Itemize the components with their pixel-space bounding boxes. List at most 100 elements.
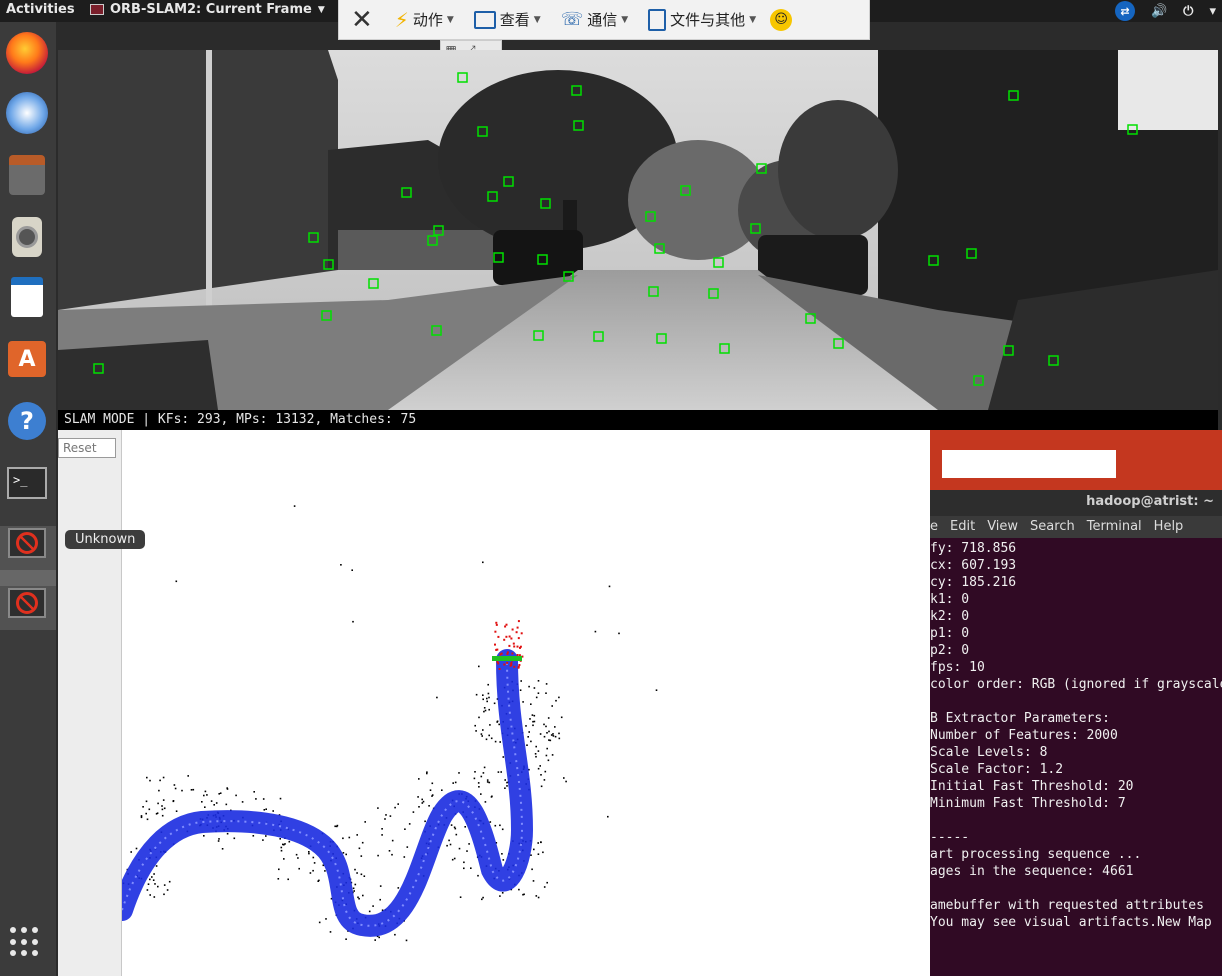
menu-search[interactable]: Search [1030, 519, 1075, 538]
map-point [252, 835, 255, 837]
teamviewer-icon[interactable]: ⇄ [1114, 1, 1135, 21]
menu-file[interactable]: e [930, 519, 938, 538]
power-icon[interactable]: ⏻ [1183, 4, 1193, 19]
map-point [528, 685, 530, 688]
menu-view[interactable]: View [987, 519, 1018, 538]
actions-menu[interactable]: ⚡ 动作 ▼ [385, 0, 464, 39]
menu-edit[interactable]: Edit [950, 519, 975, 538]
unknown-app-launcher[interactable] [4, 580, 50, 626]
local-map-point [505, 623, 508, 626]
smile-icon[interactable]: ☺ [770, 8, 793, 31]
map-point [436, 696, 438, 699]
map-point [418, 778, 420, 780]
map-point [389, 815, 392, 817]
terminal-line: Scale Levels: 8 [930, 745, 1048, 760]
software-launcher[interactable]: A [4, 336, 50, 382]
map-point [494, 824, 497, 827]
files-launcher[interactable] [4, 152, 50, 198]
map-point [531, 868, 533, 871]
map-point [356, 834, 358, 836]
trajectory-map [122, 505, 658, 942]
local-map-point [508, 644, 511, 647]
camera-image [58, 50, 1218, 410]
map-point [501, 828, 504, 831]
map-point [155, 813, 158, 815]
map-point [525, 725, 527, 727]
map-point [463, 867, 465, 870]
map-point [459, 896, 462, 898]
activities-button[interactable]: Activities [6, 2, 75, 17]
map-point [481, 735, 483, 737]
map-point [140, 815, 143, 817]
map-point [474, 771, 476, 773]
menu-terminal[interactable]: Terminal [1087, 519, 1142, 538]
menu-help[interactable]: Help [1154, 519, 1184, 538]
map-point [308, 851, 310, 853]
map-point [348, 836, 351, 839]
close-icon[interactable]: ✕ [339, 5, 385, 35]
chevron-down-icon: ▼ [533, 14, 541, 25]
map-point [540, 774, 542, 776]
volume-icon[interactable]: 🔊 [1151, 4, 1167, 19]
rhythmbox-icon [12, 217, 42, 257]
local-map-point [517, 620, 520, 623]
files-extras-menu[interactable]: 文件与其他 ▼ [638, 0, 766, 39]
map-point [336, 825, 338, 828]
unknown-app-launcher[interactable] [4, 520, 50, 566]
map-point [206, 794, 208, 796]
terminal-line: You may see visual artifacts.New Map [930, 915, 1212, 930]
map-point [558, 696, 560, 699]
map-point [397, 887, 400, 889]
map-point [528, 731, 530, 733]
map-point [152, 879, 155, 881]
map-point [501, 853, 503, 855]
terminal-line: art processing sequence ... [930, 847, 1142, 862]
map-point [241, 801, 244, 803]
map-point [381, 834, 383, 836]
map-point [522, 701, 524, 703]
chevron-down-icon[interactable]: ▾ [1209, 4, 1216, 19]
map-point [421, 802, 424, 804]
app-menu[interactable]: ORB-SLAM2: Current Frame ▼ [90, 2, 325, 17]
map-point [520, 680, 522, 682]
map-point [607, 815, 609, 818]
terminal-window[interactable]: hadoop@atrist: ~ e Edit View Search Term… [930, 490, 1222, 976]
terminal-line: cy: 185.216 [930, 575, 1017, 590]
background-input [942, 450, 1116, 478]
help-launcher[interactable]: ? [4, 398, 50, 444]
map-point [486, 779, 489, 781]
thunderbird-launcher[interactable] [4, 90, 50, 136]
system-tray[interactable]: ⇄ 🔊 ⏻ ▾ [1114, 1, 1216, 21]
local-map-point [500, 652, 503, 655]
map-point [145, 800, 148, 803]
map-viewer-canvas[interactable] [122, 430, 930, 976]
firefox-launcher[interactable] [4, 30, 50, 76]
map-point [486, 781, 489, 783]
map-point [466, 850, 468, 852]
terminal-output: fy: 718.856 cx: 607.193 cy: 185.216 k1: 0 k2… [930, 538, 1222, 976]
map-point [352, 887, 355, 890]
map-point [526, 744, 528, 746]
map-point [487, 692, 490, 695]
chevron-down-icon: ▼ [749, 14, 757, 25]
map-point [504, 779, 506, 781]
show-applications-icon[interactable] [10, 927, 40, 957]
reset-button[interactable]: Reset [58, 438, 116, 458]
communicate-menu[interactable]: ☏ 通信 ▼ [551, 0, 638, 39]
map-point [233, 837, 236, 840]
frame-status-bar: SLAM MODE | KFs: 293, MPs: 13132, Matche… [58, 410, 1218, 430]
ubuntu-software-icon: A [8, 341, 46, 377]
map-point [424, 820, 426, 823]
writer-launcher[interactable] [4, 274, 50, 320]
map-point [480, 733, 483, 735]
map-point [475, 693, 478, 696]
rhythmbox-launcher[interactable] [4, 214, 50, 260]
local-map-point [520, 632, 523, 635]
terminal-line: fps: 10 [930, 660, 985, 675]
terminal-line: ----- [930, 830, 970, 845]
map-point [431, 795, 433, 797]
map-point [174, 787, 177, 790]
terminal-launcher[interactable]: >_ [4, 460, 50, 506]
terminal-line: p2: 0 [930, 643, 970, 658]
view-menu[interactable]: 查看 ▼ [464, 0, 551, 39]
